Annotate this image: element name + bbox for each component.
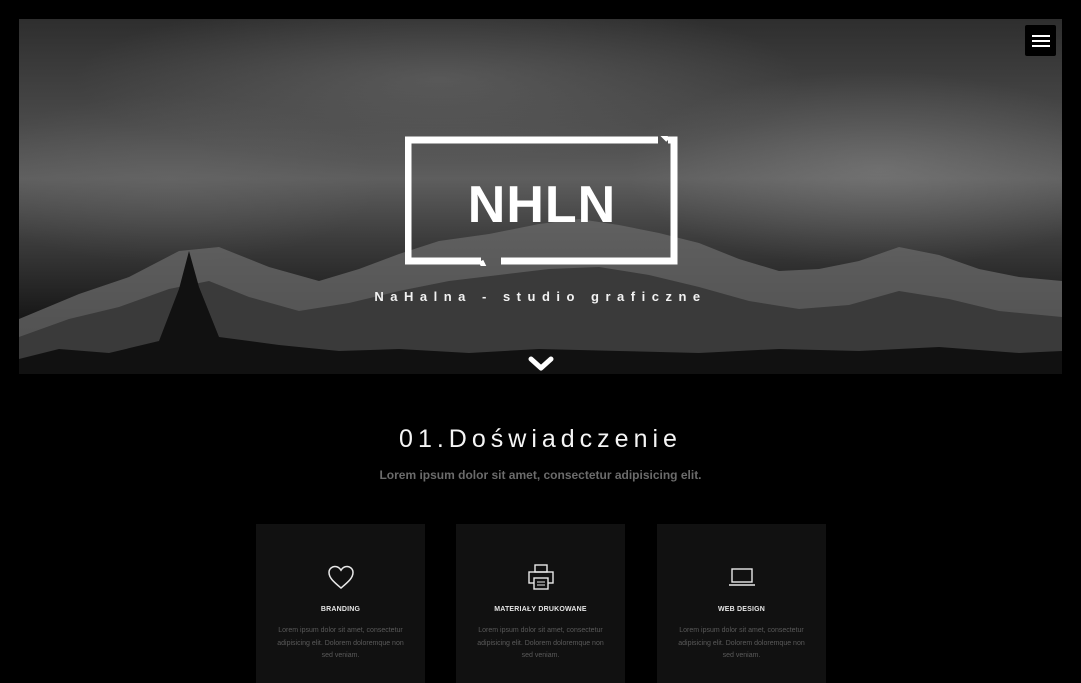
hero-section: NHLN NaHalna - studio graficzne (19, 19, 1062, 399)
card-title: MATERIAŁY DRUKOWANE (494, 606, 587, 613)
service-card-web-design[interactable]: WEB DESIGN Lorem ipsum dolor sit amet, c… (657, 524, 826, 683)
section-subtitle: Lorem ipsum dolor sit amet, consectetur … (379, 468, 702, 482)
service-card-branding[interactable]: BRANDING Lorem ipsum dolor sit amet, con… (256, 524, 425, 683)
page-frame: NHLN NaHalna - studio graficzne 01.Doświ… (19, 19, 1062, 683)
section-title: 01.Doświadczenie (399, 425, 682, 453)
card-text: Lorem ipsum dolor sit amet, consectetur … (277, 627, 404, 659)
chevron-down-icon[interactable] (528, 355, 554, 373)
heart-icon (328, 565, 354, 589)
service-card-print[interactable]: MATERIAŁY DRUKOWANE Lorem ipsum dolor si… (456, 524, 625, 683)
logo-frame: NHLN (404, 132, 678, 271)
card-text: Lorem ipsum dolor sit amet, consectetur … (477, 627, 604, 659)
tagline: NaHalna - studio graficzne (374, 289, 707, 304)
card-text: Lorem ipsum dolor sit amet, consectetur … (678, 627, 805, 659)
laptop-icon (729, 568, 755, 586)
site-logo[interactable]: NHLN (404, 132, 679, 271)
card-title: WEB DESIGN (717, 606, 766, 613)
card-title: BRANDING (320, 606, 361, 613)
menu-button[interactable] (1025, 25, 1056, 56)
logo-text: NHLN (468, 176, 616, 234)
hamburger-menu-icon (1031, 34, 1050, 37)
printer-icon (528, 564, 554, 590)
